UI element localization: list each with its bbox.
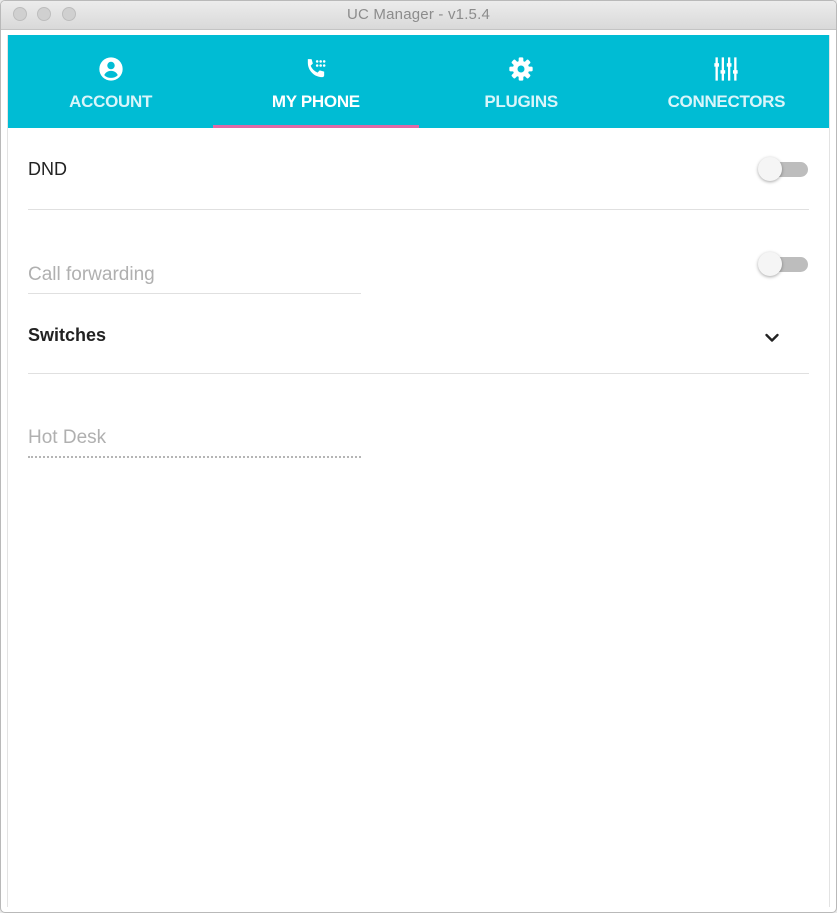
account-circle-icon <box>98 57 123 81</box>
dnd-toggle-thumb <box>758 157 782 181</box>
tab-bar: ACCOUNT MY PHONE PLUGINS CONNECTORS <box>8 35 829 128</box>
call-forwarding-toggle-thumb <box>758 252 782 276</box>
tab-connectors-label: CONNECTORS <box>667 92 786 111</box>
phone-dialpad-icon <box>307 59 326 78</box>
switches-section-title: Switches <box>28 325 107 345</box>
sliders-icon <box>714 57 739 81</box>
call-forwarding-toggle[interactable] <box>758 252 810 276</box>
active-tab-indicator <box>213 125 419 128</box>
dnd-toggle[interactable] <box>758 157 810 181</box>
divider <box>28 373 809 374</box>
gear-icon <box>509 57 533 81</box>
title-bar: UC Manager - v1.5.4 <box>1 1 836 30</box>
tab-my-phone[interactable]: MY PHONE <box>213 35 419 128</box>
window-title: UC Manager - v1.5.4 <box>346 6 491 23</box>
app-content: ACCOUNT MY PHONE PLUGINS CONNECTORS DND … <box>7 35 830 907</box>
chevron-down-icon[interactable] <box>760 326 784 350</box>
tab-connectors[interactable]: CONNECTORS <box>624 35 829 128</box>
dnd-label: DND <box>28 159 67 179</box>
tab-plugins-label: PLUGINS <box>484 92 558 111</box>
call-forwarding-input[interactable] <box>28 257 361 294</box>
app-window: UC Manager - v1.5.4 ACCOUNT MY PHONE PLU… <box>0 0 837 913</box>
tab-account[interactable]: ACCOUNT <box>8 35 213 128</box>
hot-desk-input[interactable] <box>28 420 361 458</box>
divider <box>28 209 809 210</box>
tab-my-phone-label: MY PHONE <box>271 92 360 111</box>
tab-plugins[interactable]: PLUGINS <box>419 35 624 128</box>
tab-account-label: ACCOUNT <box>69 92 153 111</box>
